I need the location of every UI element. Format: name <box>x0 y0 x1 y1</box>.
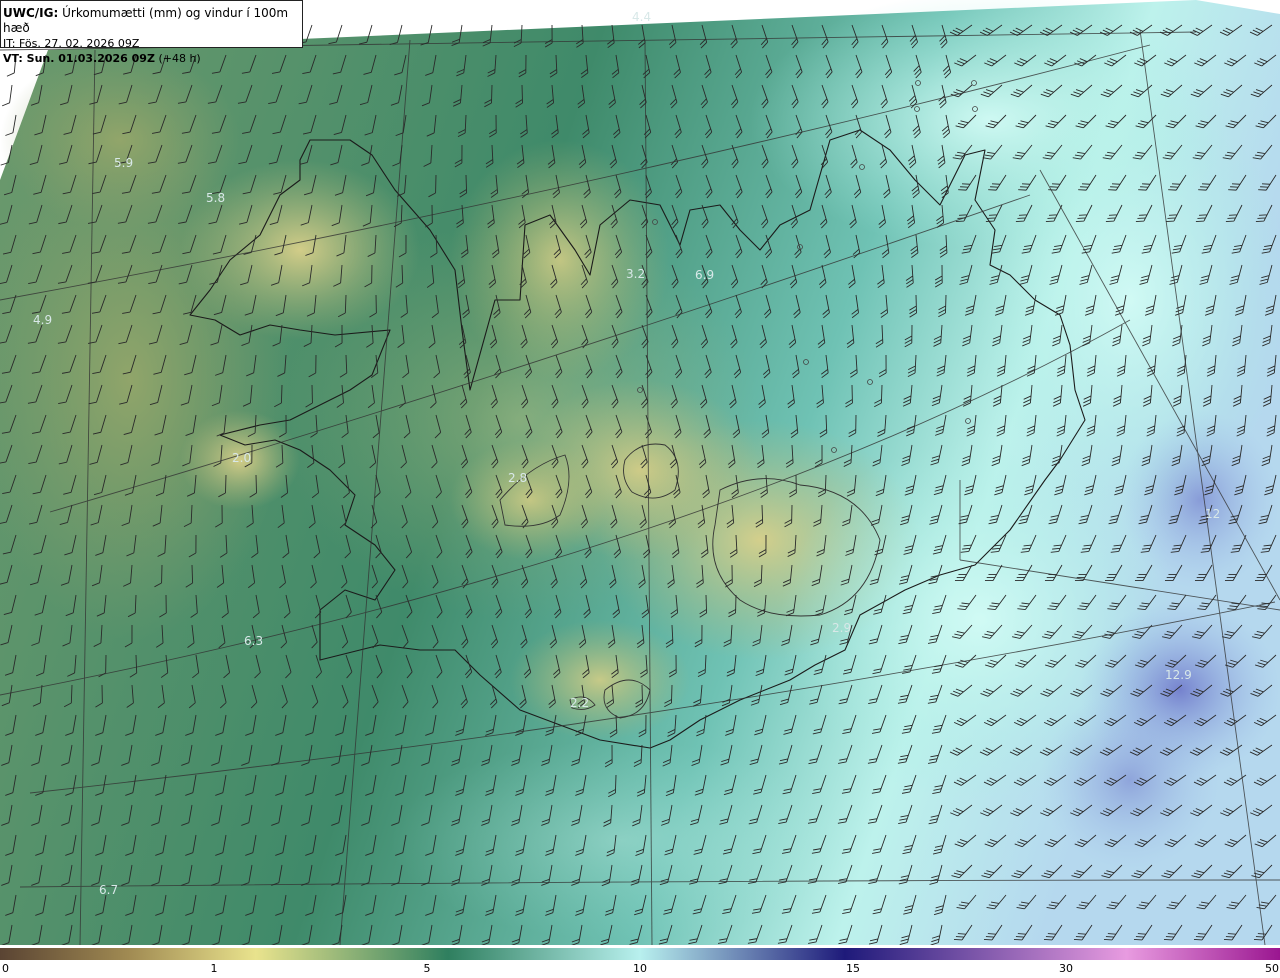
colorbar-tick: 1 <box>210 962 218 975</box>
value-label: 2.2 <box>570 696 589 710</box>
issue-time: IT: Fös. 27. 02. 2026 09Z <box>3 37 140 50</box>
value-label: 6.9 <box>695 268 714 282</box>
value-label: 6.7 <box>99 883 118 897</box>
colorbar-tick: 0 <box>2 962 9 975</box>
map-title-box: UWC/IG: Úrkomumætti (mm) og vindur í 100… <box>0 0 303 65</box>
value-label: 6.3 <box>244 634 263 648</box>
colorbar-tick: 15 <box>846 962 860 975</box>
colorbar-tick: 50 <box>1265 962 1279 975</box>
colorbar-tick: 30 <box>1059 962 1073 975</box>
value-label: 3.2 <box>626 267 645 281</box>
precipitation-map: 4.4 5.9 5.8 4.9 2.0 3.2 6.9 2.8 6.3 2.9 … <box>0 0 1280 945</box>
value-label: 12 <box>1205 507 1220 521</box>
colorbar <box>0 948 1280 960</box>
colorbar-tick: 10 <box>633 962 647 975</box>
value-label: 5.8 <box>206 191 225 205</box>
value-label: 4.9 <box>33 313 52 327</box>
value-label: 5.9 <box>114 156 133 170</box>
colorbar-labels: 0 1 5 10 15 30 50 <box>0 962 1280 978</box>
value-label: 2.8 <box>508 471 527 485</box>
value-label: 4.4 <box>632 10 651 24</box>
product-name: UWC/IG: <box>3 6 59 20</box>
valid-time: VT: Sun. 01.03.2026 09Z <box>3 52 155 65</box>
value-label: 2.9 <box>832 621 851 635</box>
value-label: 2.0 <box>232 451 251 465</box>
value-label: 12.9 <box>1165 668 1192 682</box>
lead-time: (+48 h) <box>158 52 201 65</box>
colorbar-tick: 5 <box>423 962 431 975</box>
